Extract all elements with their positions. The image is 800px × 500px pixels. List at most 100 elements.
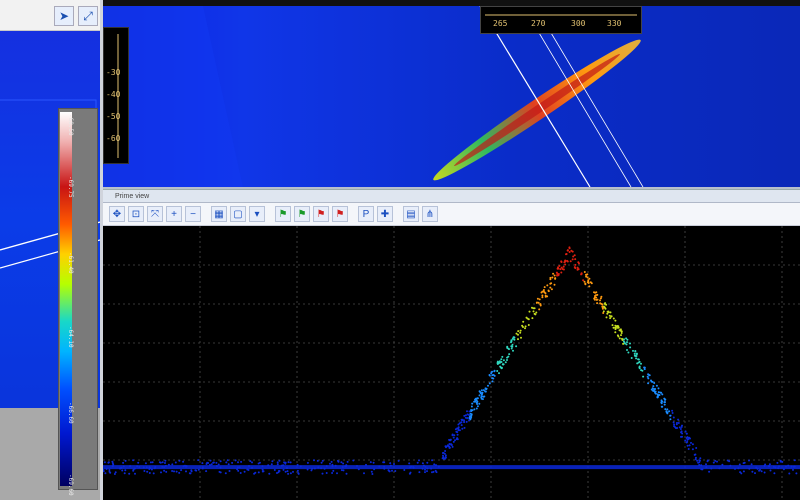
zoom-box-icon[interactable]: ⊡	[128, 206, 144, 222]
profile-point	[273, 469, 276, 471]
flag-green-2-icon[interactable]: ⚑	[294, 206, 310, 222]
profile-point	[173, 470, 175, 473]
profile-point	[669, 414, 672, 417]
split-icon[interactable]: ⋔	[422, 206, 438, 222]
profile-point	[372, 461, 375, 464]
profile-point	[657, 394, 660, 397]
profile-point	[618, 337, 621, 340]
profile-point	[515, 345, 518, 348]
profile-point	[496, 370, 499, 372]
profile-point	[652, 385, 655, 388]
profile-point	[461, 418, 464, 421]
profile-point	[537, 301, 540, 304]
probe-icon[interactable]: P	[358, 206, 374, 222]
profile-point	[596, 293, 599, 296]
profile-point	[421, 462, 424, 465]
frame-icon[interactable]: ▢	[230, 206, 246, 222]
profile-point	[699, 457, 702, 460]
profile-point	[493, 369, 496, 372]
profile-scatter-chart[interactable]	[103, 226, 800, 500]
profile-point	[654, 388, 657, 390]
profile-point	[444, 454, 447, 457]
profile-point	[630, 357, 633, 359]
profile-point	[541, 296, 544, 299]
profile-point	[661, 393, 664, 396]
profile-point	[562, 265, 565, 268]
profile-point	[500, 361, 503, 363]
profile-point	[600, 302, 603, 305]
profile-point	[660, 391, 663, 394]
profile-point	[751, 470, 754, 473]
profile-point	[795, 472, 798, 475]
profile-point	[647, 373, 650, 376]
profile-point	[769, 469, 772, 472]
profile-point	[585, 275, 588, 278]
flag-red-2-icon[interactable]: ⚑	[332, 206, 348, 222]
top-3d-view[interactable]	[103, 6, 800, 187]
add-icon[interactable]: ✚	[377, 206, 393, 222]
profile-point	[687, 448, 690, 450]
pointer-icon[interactable]: ➤	[54, 6, 74, 26]
range-dropdown-icon[interactable]: ▾	[249, 206, 265, 222]
report-icon[interactable]: ▤	[403, 206, 419, 222]
profile-point	[468, 410, 471, 413]
zoom-out-icon[interactable]: −	[185, 206, 201, 222]
profile-point	[542, 290, 544, 293]
profile-point	[691, 448, 694, 451]
profile-point	[454, 439, 456, 442]
profile-point	[215, 461, 218, 464]
profile-point	[671, 409, 674, 412]
profile-point	[431, 459, 434, 462]
profile-point	[316, 459, 319, 462]
profile-point	[321, 459, 324, 462]
depth-colorbar	[60, 112, 72, 486]
flag-green-icon[interactable]: ⚑	[275, 206, 291, 222]
profile-point	[555, 271, 558, 274]
grid-icon[interactable]: ▦	[211, 206, 227, 222]
profile-point	[180, 469, 183, 472]
profile-point	[517, 330, 520, 333]
profile-point	[616, 325, 619, 327]
profile-point	[289, 461, 292, 464]
profile-point	[488, 374, 491, 377]
profile-point	[560, 271, 563, 274]
profile-point	[446, 444, 449, 447]
profile-point	[185, 470, 187, 473]
profile-point	[760, 470, 763, 473]
fit-icon[interactable]: ⤧	[147, 206, 163, 222]
profile-point	[506, 356, 509, 359]
profile-point	[403, 469, 406, 471]
profile-point	[442, 456, 445, 459]
profile-point	[612, 317, 615, 320]
profile-point	[340, 461, 343, 464]
profile-point	[605, 316, 608, 319]
zoom-in-icon[interactable]: +	[166, 206, 182, 222]
profile-point	[231, 461, 234, 464]
profile-point	[553, 274, 556, 277]
profile-point	[635, 352, 638, 355]
profile-point	[565, 253, 568, 255]
resize-icon[interactable]: ⤢	[78, 6, 98, 26]
profile-point	[672, 421, 675, 424]
profile-point	[152, 472, 155, 475]
left-3d-panel[interactable]: ➤ ⤢ -68.50 -69.75 -61.40 -64.10 -66.60 -…	[0, 0, 100, 500]
select-icon[interactable]: ✥	[109, 206, 125, 222]
profile-point	[532, 310, 535, 313]
profile-point	[600, 295, 603, 298]
profile-point	[664, 408, 667, 411]
profile-point	[694, 456, 697, 459]
profile-point	[227, 463, 230, 466]
flag-red-icon[interactable]: ⚑	[313, 206, 329, 222]
profile-point	[657, 387, 660, 390]
profile-point	[681, 424, 683, 427]
profile-point	[773, 472, 776, 475]
profile-point	[572, 255, 575, 258]
profile-point	[653, 390, 656, 393]
profile-point	[239, 472, 242, 474]
profile-point	[564, 260, 567, 263]
profile-point	[257, 471, 260, 474]
profile-point	[606, 312, 609, 315]
profile-point	[647, 377, 650, 380]
profile-point	[616, 334, 619, 337]
profile-point	[480, 396, 483, 399]
